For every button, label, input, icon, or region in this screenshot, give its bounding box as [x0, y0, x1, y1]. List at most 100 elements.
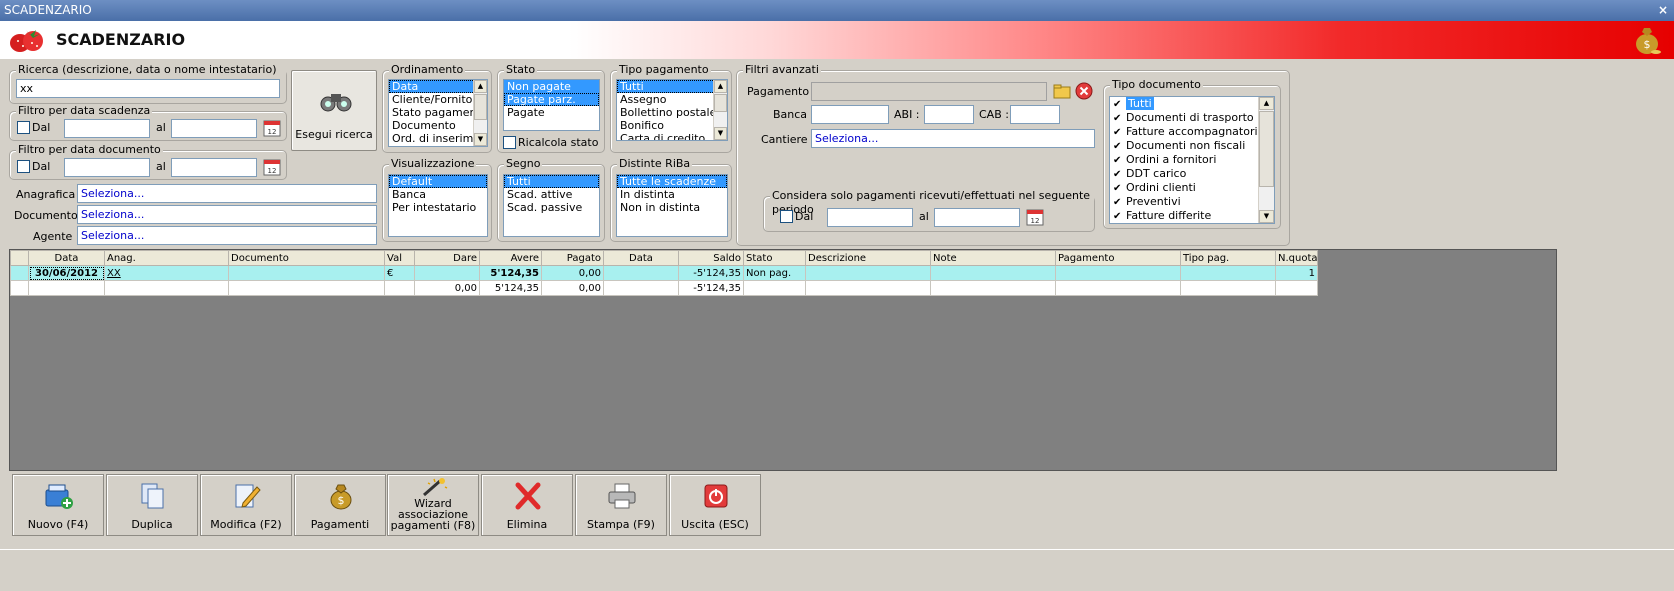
list-item[interactable]: Tutti	[504, 175, 599, 188]
cell-tipo-pag[interactable]	[1180, 265, 1276, 281]
due-date-from-input[interactable]	[64, 119, 150, 138]
column-header[interactable]: Pagato	[541, 250, 604, 266]
list-item[interactable]: Carta di credito	[617, 132, 727, 140]
list-item[interactable]: Pagate	[504, 106, 599, 119]
cell-documento[interactable]	[228, 265, 385, 281]
scroll-up-icon[interactable]: ▲	[474, 80, 487, 93]
wizard-button[interactable]: Wizard associazione pagamenti (F8)	[387, 474, 479, 536]
recalc-state-checkbox[interactable]	[503, 136, 516, 149]
list-item[interactable]: ✔ Ordini clienti	[1110, 181, 1274, 195]
column-header[interactable]: Documento	[228, 250, 385, 266]
distinte-list[interactable]: Tutte le scadenze In distinta Non in dis…	[616, 174, 728, 237]
scroll-down-icon[interactable]: ▼	[1259, 210, 1274, 223]
table-row[interactable]: 30/06/2012 XX € 5'124,35 0,00 -5'124,35 …	[10, 265, 1318, 281]
checkmark-icon[interactable]: ✔	[1113, 142, 1122, 152]
checkmark-icon[interactable]: ✔	[1113, 198, 1122, 208]
due-date-to-input[interactable]	[171, 119, 257, 138]
cell-note[interactable]	[930, 265, 1056, 281]
column-header[interactable]: Data	[28, 250, 105, 266]
period-to-input[interactable]	[934, 208, 1020, 227]
cell-dare[interactable]	[414, 265, 480, 281]
period-from-input[interactable]	[827, 208, 913, 227]
list-item[interactable]: ✔ Preventivi	[1110, 195, 1274, 209]
list-item[interactable]: ✔ Tutti	[1110, 97, 1274, 111]
exit-button[interactable]: Uscita (ESC)	[669, 474, 761, 536]
clear-icon[interactable]	[1075, 82, 1093, 100]
doc-date-checkbox[interactable]	[17, 160, 30, 173]
calendar-icon[interactable]: 12	[1025, 207, 1045, 227]
list-item[interactable]: ✔ Ordini a fornitori	[1110, 153, 1274, 167]
list-item[interactable]: Assegno	[617, 93, 727, 106]
list-item[interactable]: Pagate parz.	[504, 93, 599, 106]
checkmark-icon[interactable]: ✔	[1113, 114, 1122, 124]
list-item[interactable]: Scad. attive	[504, 188, 599, 201]
list-item[interactable]: Bonifico	[617, 119, 727, 132]
scroll-thumb[interactable]	[1259, 111, 1274, 187]
cell-val[interactable]: €	[384, 265, 415, 281]
scrollbar[interactable]: ▲ ▼	[1258, 97, 1274, 223]
column-header[interactable]: Dare	[414, 250, 480, 266]
agente-select[interactable]: Seleziona...	[77, 226, 377, 245]
checkmark-icon[interactable]: ✔	[1113, 212, 1122, 222]
scroll-thumb[interactable]	[474, 94, 487, 120]
list-item[interactable]: ✔ Fatture accompagnatorie	[1110, 125, 1274, 139]
doc-date-from-input[interactable]	[64, 158, 150, 177]
period-checkbox[interactable]	[780, 210, 793, 223]
cell-nquota[interactable]: 1	[1275, 265, 1318, 281]
list-item[interactable]: ✔ Documenti non fiscali	[1110, 139, 1274, 153]
column-header[interactable]: Anag.	[104, 250, 229, 266]
stato-list[interactable]: Non pagate Pagate parz. Pagate	[503, 79, 600, 131]
cell-avere[interactable]: 5'124,35	[479, 265, 542, 281]
list-item[interactable]: Tutti	[617, 80, 727, 93]
column-header[interactable]: Saldo	[678, 250, 744, 266]
doc-date-to-input[interactable]	[171, 158, 257, 177]
due-date-checkbox[interactable]	[17, 121, 30, 134]
row-selector[interactable]	[10, 265, 29, 281]
cell-anag[interactable]: XX	[104, 265, 229, 281]
ordinamento-list[interactable]: Data Cliente/Fornitore Stato pagamento D…	[388, 79, 488, 147]
column-header[interactable]: Stato	[743, 250, 806, 266]
checkmark-icon[interactable]: ✔	[1113, 128, 1122, 138]
list-item[interactable]: ✔ Fatture differite	[1110, 209, 1274, 223]
cell-stato[interactable]: Non pag.	[743, 265, 806, 281]
column-header[interactable]: Val	[384, 250, 415, 266]
search-input[interactable]: xx	[16, 79, 280, 98]
print-button[interactable]: Stampa (F9)	[575, 474, 667, 536]
banca-input[interactable]	[811, 105, 889, 124]
scroll-down-icon[interactable]: ▼	[714, 127, 727, 140]
list-item[interactable]: Non pagate	[504, 80, 599, 93]
list-item[interactable]: Banca	[389, 188, 487, 201]
cell-data2[interactable]	[603, 265, 679, 281]
segno-list[interactable]: Tutti Scad. attive Scad. passive	[503, 174, 600, 237]
cab-input[interactable]	[1010, 105, 1060, 124]
scroll-thumb[interactable]	[714, 94, 727, 112]
column-header[interactable]: Tipo pag.	[1180, 250, 1276, 266]
checkmark-icon[interactable]: ✔	[1113, 184, 1122, 194]
column-header[interactable]: N.quota	[1275, 250, 1318, 266]
folder-icon[interactable]	[1053, 82, 1071, 100]
column-header[interactable]: Avere	[479, 250, 542, 266]
delete-button[interactable]: Elimina	[481, 474, 573, 536]
scroll-up-icon[interactable]: ▲	[1259, 97, 1274, 110]
scrollbar[interactable]: ▲ ▼	[713, 80, 727, 140]
tipo-pagamento-list[interactable]: Tutti Assegno Bollettino postale Bonific…	[616, 79, 728, 141]
anagrafica-select[interactable]: Seleziona...	[77, 184, 377, 203]
scadenze-table[interactable]: Data Anag. Documento Val Dare Avere Paga…	[10, 250, 1318, 296]
cell-pagato[interactable]: 0,00	[541, 265, 604, 281]
column-header[interactable]: Descrizione	[805, 250, 931, 266]
documento-select[interactable]: Seleziona...	[77, 205, 377, 224]
pagamento-input[interactable]	[811, 82, 1047, 101]
duplicate-button[interactable]: Duplica	[106, 474, 198, 536]
visualizzazione-list[interactable]: Default Banca Per intestatario	[388, 174, 488, 237]
list-item[interactable]: Bollettino postale	[617, 106, 727, 119]
calendar-icon[interactable]: 12	[262, 118, 282, 138]
search-button[interactable]: Esegui ricerca	[291, 70, 377, 151]
edit-button[interactable]: Modifica (F2)	[200, 474, 292, 536]
list-item[interactable]: ✔ DDT carico	[1110, 167, 1274, 181]
column-header[interactable]: Pagamento	[1055, 250, 1181, 266]
close-icon[interactable]: ×	[1658, 0, 1668, 21]
payments-button[interactable]: $ Pagamenti	[294, 474, 386, 536]
list-item[interactable]: Scad. passive	[504, 201, 599, 214]
abi-input[interactable]	[924, 105, 974, 124]
calendar-icon[interactable]: 12	[262, 157, 282, 177]
